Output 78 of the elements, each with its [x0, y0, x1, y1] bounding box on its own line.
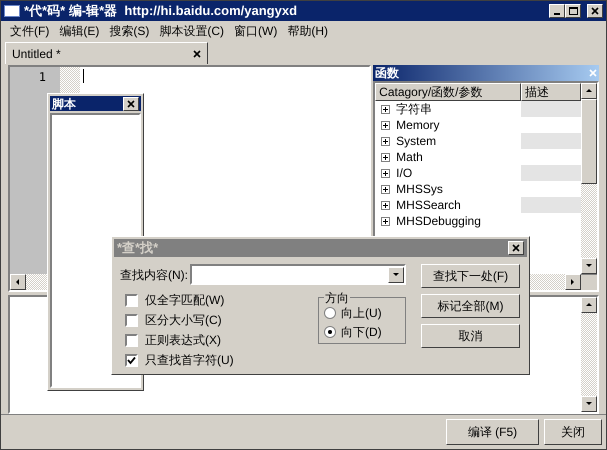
checkbox-label: 只查找首字符(U) — [145, 352, 234, 369]
scroll-up-button[interactable] — [581, 297, 597, 313]
checkbox-label: 仅全字匹配(W) — [145, 292, 224, 309]
scroll-thumb[interactable] — [581, 99, 597, 184]
dropdown-button[interactable] — [388, 266, 404, 282]
find-next-button[interactable]: 查找下一处(F) — [421, 264, 520, 288]
panel-title: 函数 — [375, 65, 400, 82]
window-title: *代*码* 编-辑*器 http://hi.baidu.com/yangyxd — [24, 2, 298, 20]
menu-item[interactable]: 脚本设置(C) — [154, 22, 229, 40]
scrollbar[interactable] — [581, 297, 597, 412]
menu-item[interactable]: 编辑(E) — [54, 22, 104, 40]
window-icon — [4, 5, 20, 17]
dialog-title: *查*找* — [117, 239, 160, 258]
expand-icon[interactable] — [381, 104, 390, 114]
search-combo-box[interactable] — [190, 264, 406, 285]
close-button[interactable]: 关闭 — [544, 419, 602, 445]
radio-button[interactable] — [324, 307, 336, 319]
line-number: 1 — [38, 69, 46, 86]
scroll-down-button[interactable] — [581, 258, 597, 274]
tree-item[interactable]: System — [396, 132, 436, 150]
scroll-down-button[interactable] — [581, 396, 597, 412]
expand-icon[interactable] — [381, 152, 390, 162]
menu-item[interactable]: 窗口(W) — [229, 22, 282, 40]
row-stripe — [521, 165, 581, 181]
radio-button[interactable] — [324, 326, 336, 338]
expand-icon[interactable] — [381, 136, 390, 146]
text-cursor — [83, 69, 84, 83]
checkbox-label: 区分大小写(C) — [145, 312, 222, 329]
mark-all-button[interactable]: 标记全部(M) — [421, 294, 520, 318]
field-label: 查找内容(N): — [120, 266, 188, 284]
compile-button[interactable]: 编译 (F5) — [446, 419, 539, 445]
close-button[interactable] — [587, 4, 603, 18]
row-stripe — [521, 197, 581, 213]
document-tab[interactable]: Untitled * — [5, 42, 208, 64]
close-icon — [510, 243, 522, 253]
menu-item[interactable]: 帮助(H) — [282, 22, 333, 40]
tree-item[interactable]: I/O — [396, 164, 412, 182]
column-header[interactable]: Catagory/函数/参数 — [375, 83, 522, 101]
check-icon — [127, 356, 136, 364]
close-button[interactable] — [508, 241, 524, 255]
checkbox-label: 正则表达式(X) — [145, 332, 221, 349]
tab-label: Untitled * — [12, 46, 62, 62]
column-header[interactable]: 描述 — [521, 83, 581, 101]
maximize-button[interactable] — [565, 4, 581, 18]
radio-label: 向下(D) — [341, 324, 382, 341]
cancel-button[interactable]: 取消 — [421, 324, 520, 348]
tree-item[interactable]: Math — [396, 148, 423, 166]
expand-icon[interactable] — [381, 168, 390, 178]
checkbox[interactable] — [125, 354, 138, 366]
tree-item[interactable]: MHSDebugging — [396, 212, 481, 230]
minimize-icon — [554, 13, 560, 15]
tree-item[interactable]: 字符串 — [396, 100, 432, 118]
row-stripe — [521, 133, 581, 149]
panel-title: 脚本 — [52, 96, 77, 112]
checkbox[interactable] — [125, 314, 138, 326]
tree-item[interactable]: MHSSearch — [396, 196, 461, 214]
checkbox[interactable] — [125, 334, 138, 346]
scroll-right-button[interactable] — [565, 274, 581, 290]
expand-icon[interactable] — [381, 120, 390, 130]
close-icon[interactable] — [193, 50, 201, 58]
close-icon — [126, 98, 136, 108]
minimize-button[interactable] — [549, 4, 565, 18]
maximize-icon — [568, 6, 578, 16]
radio-label: 向上(U) — [341, 305, 382, 322]
scrollbar[interactable] — [581, 83, 597, 274]
tree-item[interactable]: MHSSys — [396, 180, 443, 198]
row-stripe — [521, 101, 581, 117]
close-icon — [590, 6, 600, 16]
expand-icon[interactable] — [381, 184, 390, 194]
scroll-up-button[interactable] — [581, 83, 597, 99]
menu-item[interactable]: 搜索(S) — [104, 22, 154, 40]
expand-icon[interactable] — [381, 200, 390, 210]
close-button[interactable] — [123, 96, 139, 110]
scroll-left-button[interactable] — [10, 274, 26, 290]
tree-item[interactable]: Memory — [396, 116, 440, 134]
checkbox[interactable] — [125, 294, 138, 306]
menu-item[interactable]: 文件(F) — [5, 22, 54, 40]
expand-icon[interactable] — [381, 216, 390, 226]
